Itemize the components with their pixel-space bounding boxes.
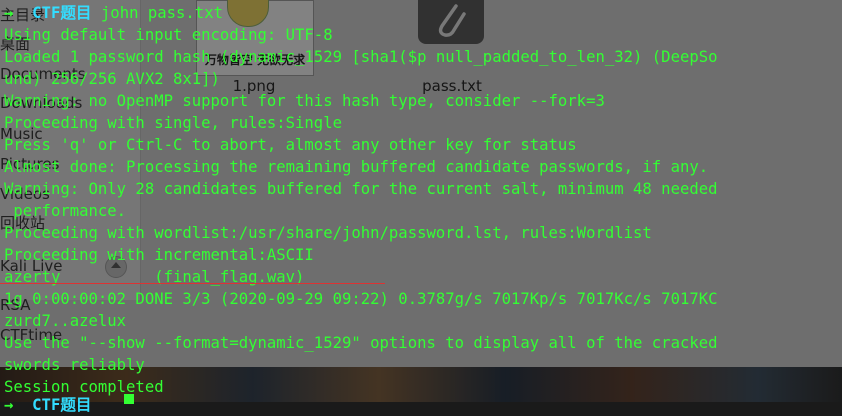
next-prompt-line: → CTF题目 (4, 394, 92, 416)
output-line: und) 256/256 AVX2 8x1]) (4, 70, 220, 88)
terminal-window[interactable]: → CTF题目 john pass.txt Using default inpu… (0, 0, 842, 414)
output-line: swords reliably (4, 356, 145, 374)
terminal-cursor (124, 394, 134, 404)
output-line: Almost done: Processing the remaining bu… (4, 158, 709, 176)
prompt-directory: CTF题目 (32, 396, 92, 414)
prompt-arrow: → (4, 396, 14, 414)
command-text: john pass.txt (100, 4, 223, 22)
output-line: Warning: Only 28 candidates buffered for… (4, 180, 718, 198)
output-line: Press 'q' or Ctrl-C to abort, almost any… (4, 136, 577, 154)
prompt-arrow: → (4, 4, 14, 22)
output-line: Proceeding with incremental:ASCII (4, 246, 314, 264)
output-line: Using default input encoding: UTF-8 (4, 26, 333, 44)
output-line: Proceeding with single, rules:Single (4, 114, 342, 132)
output-line: Loaded 1 password hash (dynamic_1529 [sh… (4, 48, 718, 66)
output-line: zurd7..azelux (4, 312, 127, 330)
output-line: Use the "--show --format=dynamic_1529" o… (4, 334, 718, 352)
prompt-directory: CTF题目 (32, 4, 92, 22)
output-line: performance. (4, 202, 127, 220)
output-line: 1g 0:00:00:02 DONE 3/3 (2020-09-29 09:22… (4, 290, 718, 308)
underline-mark (0, 283, 385, 284)
prompt-line: → CTF题目 john pass.txt (4, 2, 223, 24)
cracked-password-line: azerty (final_flag.wav) (4, 268, 305, 286)
output-line: Warning: no OpenMP support for this hash… (4, 92, 605, 110)
output-line: Proceeding with wordlist:/usr/share/john… (4, 224, 652, 242)
